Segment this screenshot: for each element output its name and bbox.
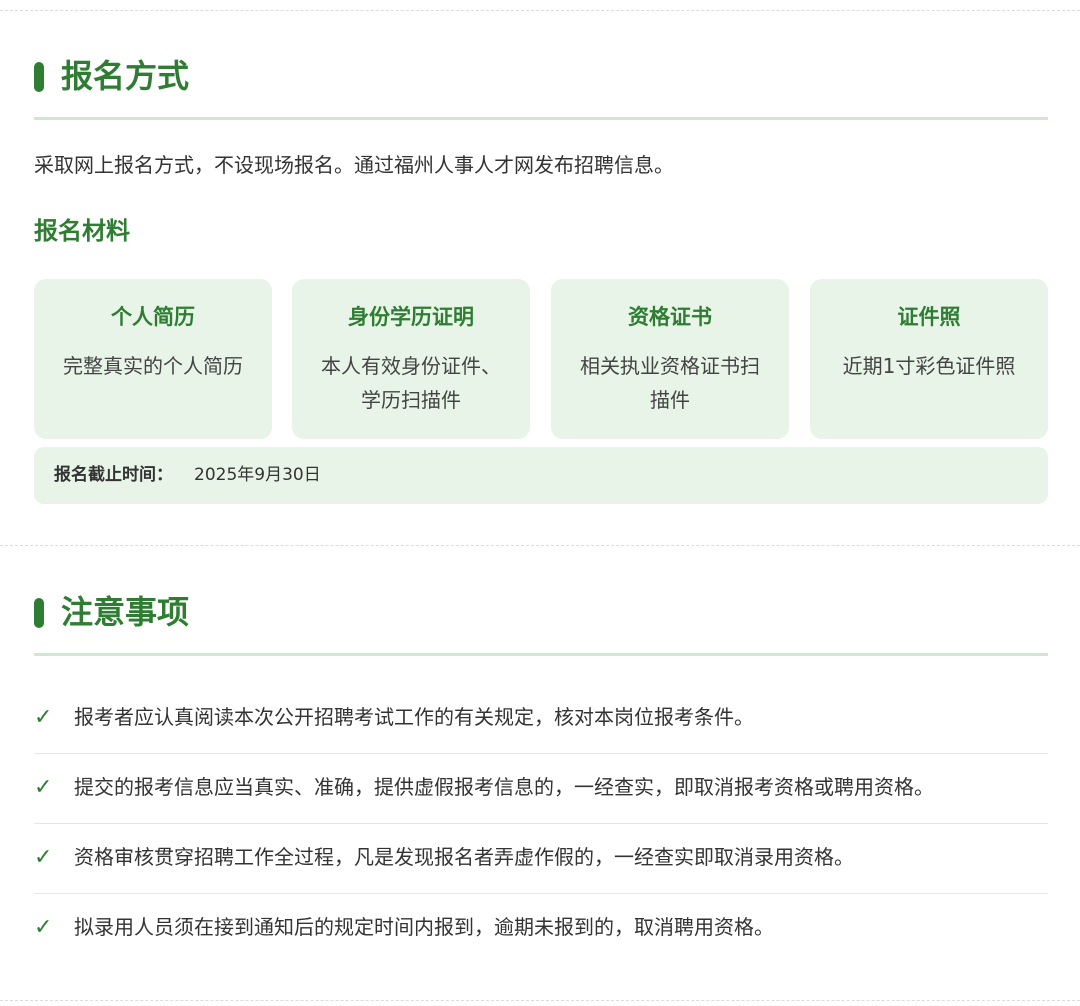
registration-section-header: 报名方式 bbox=[34, 56, 1048, 126]
note-text: 提交的报考信息应当真实、准确，提供虚假报考信息的，一经查实，即取消报考资格或聘用… bbox=[74, 775, 934, 799]
material-card-title: 个人简历 bbox=[111, 305, 195, 329]
material-card: 个人简历 完整真实的个人简历 bbox=[34, 279, 272, 439]
note-item: ✓ 报考者应认真阅读本次公开招聘考试工作的有关规定，核对本岗位报考条件。 bbox=[34, 684, 1048, 754]
check-icon: ✓ bbox=[34, 915, 53, 940]
notes-list: ✓ 报考者应认真阅读本次公开招聘考试工作的有关规定，核对本岗位报考条件。 ✓ 提… bbox=[34, 684, 1048, 963]
section-title: 报名方式 bbox=[61, 57, 190, 95]
note-item: ✓ 资格审核贯穿招聘工作全过程，凡是发现报名者弄虚作假的，一经查实即取消录用资格… bbox=[34, 824, 1048, 894]
material-card: 身份学历证明 本人有效身份证件、学历扫描件 bbox=[292, 279, 530, 439]
deadline-box: 报名截止时间： 2025年9月30日 bbox=[34, 447, 1048, 504]
registration-intro: 采取网上报名方式，不设现场报名。通过福州人事人才网发布招聘信息。 bbox=[34, 153, 674, 177]
material-card-desc: 本人有效身份证件、学历扫描件 bbox=[321, 354, 501, 412]
notes-section-header: 注意事项 bbox=[34, 592, 1048, 662]
section-divider bbox=[0, 545, 1080, 546]
check-icon: ✓ bbox=[34, 845, 53, 870]
note-item: ✓ 拟录用人员须在接到通知后的规定时间内报到，逾期未报到的，取消聘用资格。 bbox=[34, 894, 1048, 963]
note-text: 资格审核贯穿招聘工作全过程，凡是发现报名者弄虚作假的，一经查实即取消录用资格。 bbox=[74, 845, 854, 869]
note-text: 拟录用人员须在接到通知后的规定时间内报到，逾期未报到的，取消聘用资格。 bbox=[74, 915, 774, 939]
note-item: ✓ 提交的报考信息应当真实、准确，提供虚假报考信息的，一经查实，即取消报考资格或… bbox=[34, 754, 1048, 824]
check-icon: ✓ bbox=[34, 775, 53, 800]
deadline-label: 报名截止时间： bbox=[54, 465, 173, 485]
material-card-title: 证件照 bbox=[897, 305, 961, 329]
section-underline bbox=[34, 653, 1048, 656]
material-card: 资格证书 相关执业资格证书扫描件 bbox=[551, 279, 789, 439]
section-accent-bar bbox=[34, 598, 44, 628]
bottom-divider bbox=[0, 1000, 1080, 1001]
material-card-title: 资格证书 bbox=[628, 305, 712, 329]
material-card: 证件照 近期1寸彩色证件照 bbox=[810, 279, 1048, 439]
section-underline bbox=[34, 117, 1048, 120]
section-title: 注意事项 bbox=[61, 593, 190, 631]
materials-card-list: 个人简历 完整真实的个人简历 身份学历证明 本人有效身份证件、学历扫描件 资格证… bbox=[34, 279, 1048, 439]
deadline-value: 2025年9月30日 bbox=[194, 465, 321, 485]
material-card-desc: 近期1寸彩色证件照 bbox=[842, 354, 1016, 378]
section-accent-bar bbox=[34, 62, 44, 92]
top-divider bbox=[0, 10, 1080, 11]
materials-title: 报名材料 bbox=[34, 217, 130, 245]
note-text: 报考者应认真阅读本次公开招聘考试工作的有关规定，核对本岗位报考条件。 bbox=[74, 705, 754, 729]
material-card-title: 身份学历证明 bbox=[348, 305, 474, 329]
material-card-desc: 相关执业资格证书扫描件 bbox=[580, 354, 760, 412]
check-icon: ✓ bbox=[34, 705, 53, 730]
material-card-desc: 完整真实的个人简历 bbox=[63, 354, 243, 378]
